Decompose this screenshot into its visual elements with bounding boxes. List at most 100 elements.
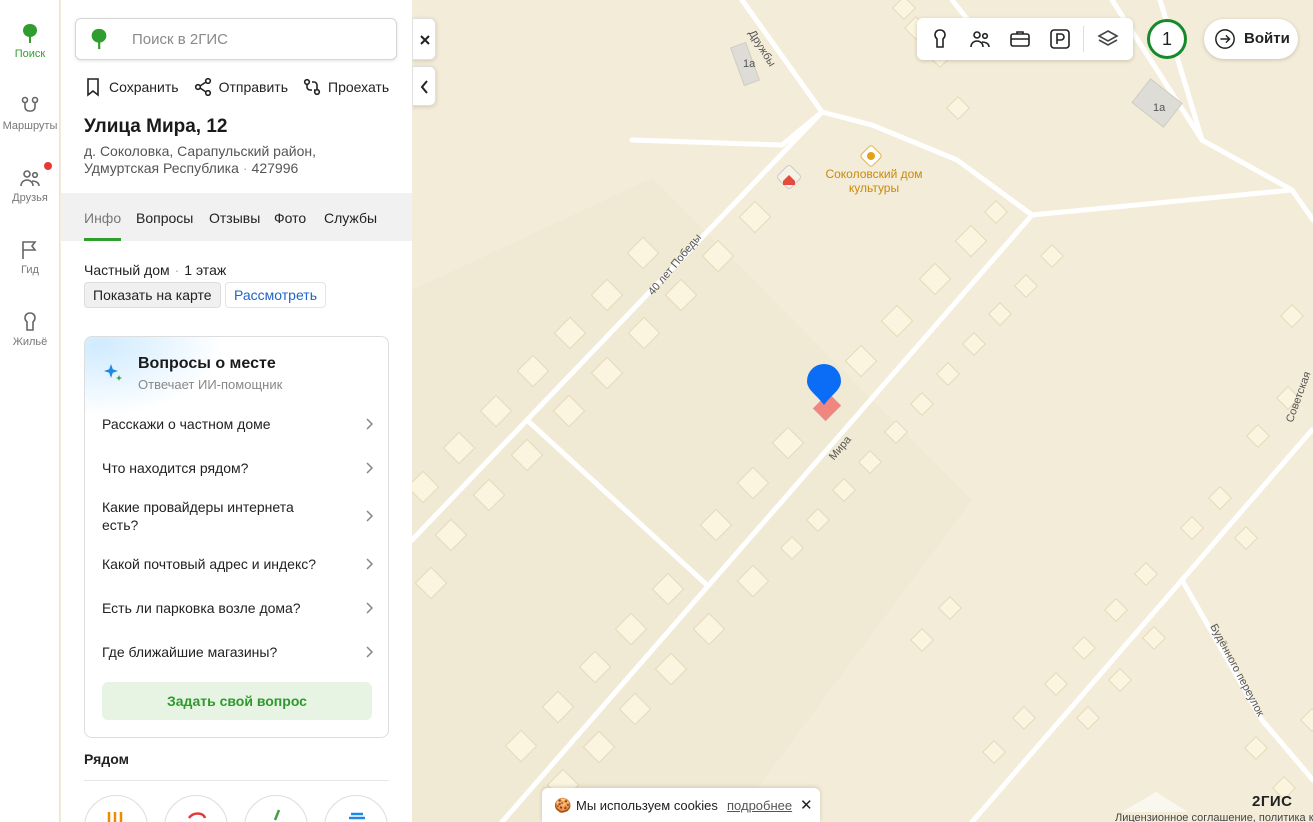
nearby-transport-button[interactable] — [324, 795, 388, 822]
question-item[interactable]: Есть ли парковка возле дома? — [102, 599, 382, 617]
tab-photos[interactable]: Фото — [274, 210, 306, 226]
question-text: Какой почтовый адрес и индекс? — [102, 556, 317, 572]
nearby-health-button[interactable] — [244, 795, 308, 822]
place-actions: Сохранить Отправить Проехать — [83, 76, 389, 98]
chevron-right-icon — [366, 602, 374, 614]
show-on-map-button[interactable]: Показать на карте — [84, 282, 221, 308]
building-info: Частный дом · 1 этаж — [84, 262, 227, 278]
brand-logo: 2ГИС — [1252, 793, 1293, 810]
chevron-right-icon — [366, 418, 374, 430]
nearby-food-button[interactable] — [84, 795, 148, 822]
close-panel-button[interactable] — [412, 18, 436, 60]
chevron-right-icon — [366, 510, 374, 522]
address-line: д. Соколовка, Сарапульский район, — [84, 143, 316, 159]
rail-label: Друзья — [12, 192, 48, 204]
question-text: Есть ли парковка возле дома? — [102, 600, 301, 616]
login-icon — [1215, 29, 1235, 49]
flag-icon — [22, 241, 37, 259]
tab-questions[interactable]: Вопросы — [136, 210, 193, 226]
drive-label: Проехать — [328, 79, 390, 95]
login-button[interactable]: Войти — [1204, 19, 1298, 59]
view-button[interactable]: Рассмотреть — [225, 282, 326, 308]
ai-questions-card: Вопросы о месте Отвечает ИИ-помощник Рас… — [84, 336, 389, 738]
address-region: Удмуртская Республика — [84, 160, 239, 176]
friends-layer-icon[interactable] — [968, 27, 992, 51]
cookie-more-link[interactable]: подробнее — [727, 798, 792, 813]
nearby-shop-button[interactable] — [164, 795, 228, 822]
map-area[interactable]: Дружбы 40 лет Победы Мира Советская Будё… — [412, 0, 1313, 822]
poi-label-culture-house[interactable]: Соколовский дом культуры — [814, 167, 934, 195]
drive-button[interactable]: Проехать — [302, 76, 389, 98]
route-icon — [303, 78, 321, 96]
rail-label: Гид — [21, 264, 39, 276]
place-panel: Сохранить Отправить Проехать Улица Мира,… — [61, 0, 412, 822]
share-label: Отправить — [218, 79, 288, 95]
rail-item-routes[interactable]: Маршруты — [0, 90, 60, 150]
2gis-logo-icon — [91, 28, 107, 50]
sparkle-icon — [104, 364, 122, 381]
rail-label: Жильё — [12, 336, 48, 348]
map-toolbar — [917, 18, 1133, 60]
tabs-bar: Инфо Вопросы Отзывы Фото Службы — [61, 193, 412, 241]
route-icon — [21, 96, 39, 112]
chevron-right-icon — [366, 462, 374, 474]
rail-item-search[interactable]: Поиск — [0, 18, 60, 78]
search-box[interactable] — [75, 18, 397, 60]
building-floors: 1 этаж — [184, 262, 227, 278]
layers-icon[interactable] — [1096, 27, 1120, 51]
question-item[interactable]: Расскажи о частном доме — [102, 415, 382, 433]
question-item[interactable]: Что находится рядом? — [102, 459, 382, 477]
cookie-text: Мы используем cookies — [576, 798, 718, 813]
close-icon — [420, 35, 430, 45]
save-button[interactable]: Сохранить — [83, 76, 179, 98]
toolbar-divider — [1083, 26, 1084, 52]
question-item[interactable]: Какие провайдеры интернета есть? — [102, 498, 382, 534]
qa-title: Вопросы о месте — [138, 355, 276, 372]
left-rail: Поиск Маршруты Друзья Гид Жильё — [0, 0, 60, 822]
house-number-label: 1а — [1153, 102, 1166, 114]
question-text: Где ближайшие магазины? — [102, 644, 278, 660]
question-text: Какие провайдеры интернета есть? — [102, 499, 294, 533]
building-type: Частный дом — [84, 262, 170, 278]
parking-icon[interactable] — [1048, 27, 1072, 51]
rail-label: Поиск — [14, 48, 46, 60]
share-icon — [194, 77, 211, 97]
rail-item-friends[interactable]: Друзья — [0, 162, 60, 222]
qa-subtitle: Отвечает ИИ-помощник — [138, 377, 283, 392]
tab-services[interactable]: Службы — [324, 210, 377, 226]
health-icon — [273, 809, 281, 821]
search-input[interactable] — [132, 27, 382, 51]
tab-info[interactable]: Инфо — [84, 210, 121, 226]
save-label: Сохранить — [109, 79, 179, 95]
cookie-icon: 🍪 — [554, 797, 572, 813]
place-address: д. Соколовка, Сарапульский район, Удмурт… — [84, 143, 316, 176]
chevron-right-icon — [366, 558, 374, 570]
chevron-right-icon — [366, 646, 374, 658]
cookie-close-icon[interactable]: ✕ — [800, 796, 813, 814]
question-text: Что находится рядом? — [102, 460, 249, 476]
chevron-left-icon — [420, 80, 428, 94]
legal-links[interactable]: Лицензионное соглашение, политика конфид… — [1115, 812, 1313, 822]
question-item[interactable]: Где ближайшие магазины? — [102, 643, 382, 661]
app-root: Поиск Маршруты Друзья Гид Жильё Поиск в … — [0, 0, 1313, 822]
rail-item-housing[interactable]: Жильё — [0, 306, 60, 366]
ask-question-button[interactable]: Задать свой вопрос — [102, 682, 372, 720]
collapse-panel-button[interactable] — [412, 66, 436, 106]
friends-icon — [20, 170, 40, 187]
housing-layer-icon[interactable] — [928, 27, 952, 51]
rail-item-guide[interactable]: Гид — [0, 234, 60, 294]
notification-dot — [44, 162, 52, 170]
briefcase-icon[interactable] — [1008, 27, 1032, 51]
active-tab-indicator — [84, 238, 121, 241]
shop-icon — [187, 812, 207, 819]
map-canvas[interactable] — [412, 0, 1313, 822]
tab-reviews[interactable]: Отзывы — [209, 210, 260, 226]
question-item[interactable]: Какой почтовый адрес и индекс? — [102, 555, 382, 573]
login-label: Войти — [1244, 30, 1290, 47]
notification-counter[interactable]: 1 — [1147, 19, 1187, 59]
bookmark-icon — [87, 78, 99, 97]
cookie-banner: 🍪 Мы используем cookies подробнее ✕ — [542, 788, 820, 822]
rail-label: Маршруты — [2, 120, 58, 132]
share-button[interactable]: Отправить — [193, 76, 288, 98]
divider — [84, 780, 389, 781]
